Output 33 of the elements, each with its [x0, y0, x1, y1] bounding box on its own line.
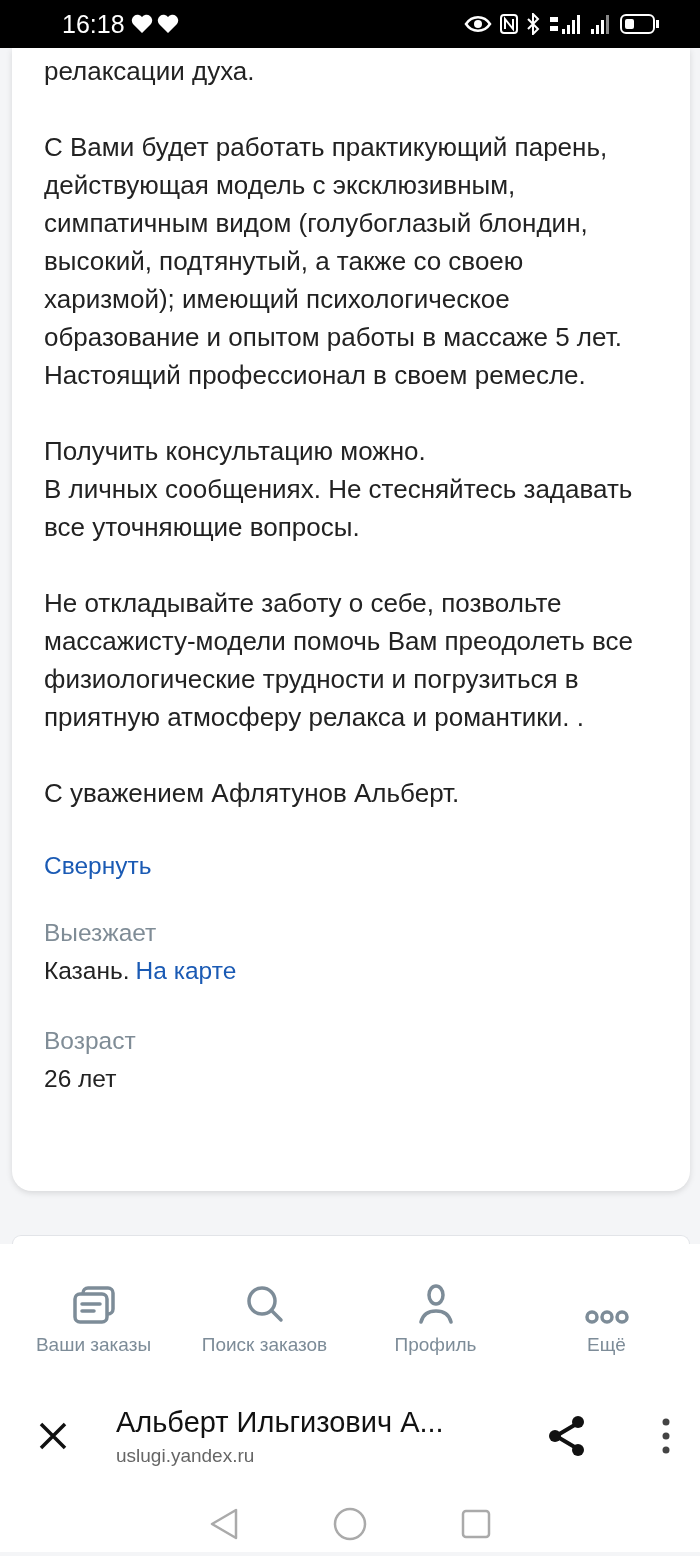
more-icon	[584, 1310, 629, 1324]
page-url: uslugi.yandex.ru	[116, 1444, 255, 1467]
description-paragraph: С уважением Афлятунов Альберт.	[44, 777, 461, 810]
profile-icon	[418, 1284, 453, 1324]
share-icon[interactable]	[548, 1415, 586, 1457]
nfc-icon	[500, 14, 518, 34]
collapse-link[interactable]: Свернуть	[44, 852, 152, 880]
map-link[interactable]: На карте	[135, 952, 237, 990]
description-paragraph: С Вами будет работать практикующий парень, действующая модель с эксклюзивным, симпатичным видом (голубоглазый блондин, высокий, подтянутый, а также со своею харизмой); имеющий психологическое образование и опытом работы в массаже 5 лет. Настоящий профессионал в своем ремесле.	[44, 131, 623, 392]
nav-tab[interactable]: Ваши заказы	[8, 1272, 179, 1356]
signal-icon	[590, 13, 612, 35]
nav-tab[interactable]: Поиск заказов	[179, 1272, 350, 1356]
description-paragraph: Не откладывайте заботу о себе, позвольте массажисту-модели помочь Вам преодолеть все физиологические трудности и погрузиться в приятную атмосферу релакса и романтики. .	[44, 587, 634, 734]
close-icon[interactable]	[38, 1421, 68, 1451]
field-label: Выезжает	[44, 918, 157, 948]
description-paragraph: Получить консультацию можно. В личных сообщениях. Не стесняйтесь задавать все уточняющие вопросы.	[44, 435, 634, 544]
heart-icon	[156, 14, 179, 34]
page-title: Альберт Ильгизович А...	[116, 1405, 444, 1439]
nav-tab[interactable]: Профиль	[350, 1272, 521, 1356]
bluetooth-icon	[526, 13, 540, 35]
heart-icon	[130, 14, 153, 34]
description-paragraph: релаксации духа.	[44, 55, 256, 88]
menu-icon[interactable]	[662, 1418, 670, 1454]
field-value: Казань.	[44, 956, 130, 986]
battery-icon	[620, 13, 660, 35]
status-time: 16:18	[62, 9, 125, 39]
cards-icon	[72, 1286, 115, 1324]
eye-icon	[464, 15, 492, 33]
field-value: 26 лет	[44, 1064, 117, 1094]
nav-tab[interactable]: Ещё	[521, 1272, 692, 1356]
search-icon	[244, 1284, 285, 1324]
signal-icon	[548, 13, 582, 35]
field-label: Возраст	[44, 1026, 136, 1056]
